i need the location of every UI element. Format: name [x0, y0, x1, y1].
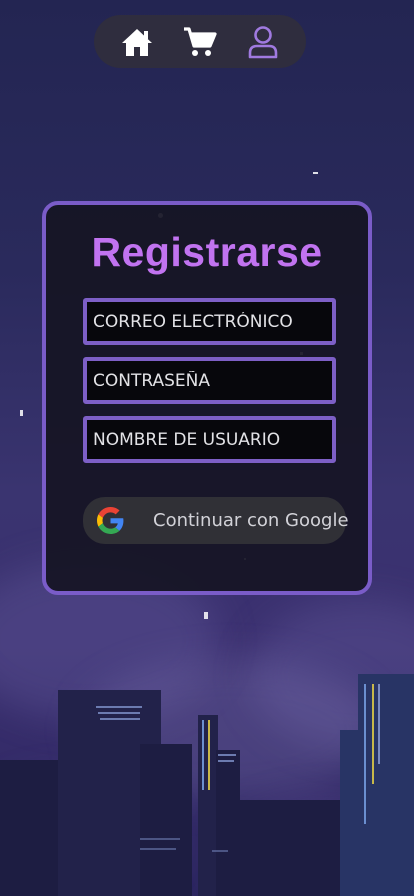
password-field-box [83, 357, 336, 404]
home-icon [122, 28, 153, 56]
username-field[interactable] [87, 420, 332, 459]
nav-home-button[interactable] [117, 22, 157, 62]
register-card: Registrarse Continuar con Google [42, 201, 372, 595]
top-navigation [94, 15, 306, 68]
google-icon [97, 507, 124, 534]
google-signin-button[interactable]: Continuar con Google [83, 497, 349, 544]
nav-profile-button[interactable] [243, 22, 283, 62]
email-field-box [83, 298, 336, 345]
page-title: Registrarse [91, 229, 323, 275]
cart-icon [183, 26, 217, 56]
nav-cart-button[interactable] [180, 22, 220, 62]
user-icon [248, 25, 277, 58]
username-field-box [83, 416, 336, 463]
email-field[interactable] [87, 302, 332, 341]
password-field[interactable] [87, 361, 332, 400]
google-signin-label: Continuar con Google [153, 510, 349, 531]
